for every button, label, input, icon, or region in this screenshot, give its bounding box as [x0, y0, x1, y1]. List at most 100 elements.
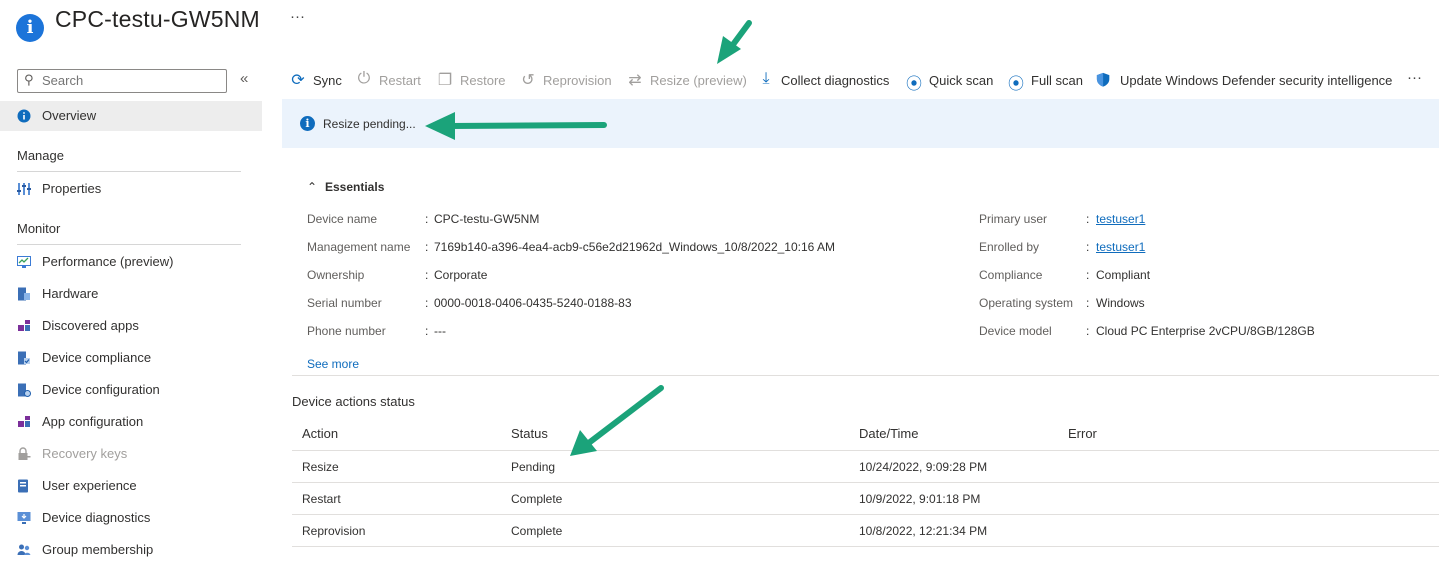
sidebar-item-label: Recovery keys [42, 446, 128, 461]
info-icon: i [16, 14, 44, 42]
sidebar-item-discovered-apps[interactable]: Discovered apps [0, 311, 262, 341]
reprovision-icon: ↺ [521, 72, 535, 89]
sidebar-item-hardware[interactable]: Hardware [0, 279, 262, 309]
cell-datetime: 10/9/2022, 9:01:18 PM [859, 482, 1068, 515]
separator: : [425, 296, 429, 310]
field-key: Primary user [979, 212, 1048, 226]
search-box[interactable]: ⚲ [17, 69, 227, 93]
table-header-row: Action Status Date/Time Error [292, 417, 1439, 451]
separator: : [425, 212, 429, 226]
essentials-toggle[interactable]: Essentials [325, 180, 384, 194]
section-divider [292, 375, 1439, 376]
field-key: Serial number [307, 296, 382, 310]
separator: : [1086, 268, 1090, 282]
field-value: Windows [1096, 296, 1145, 310]
sidebar-item-device-diagnostics[interactable]: Device diagnostics [0, 503, 262, 533]
table-row[interactable]: Restart Complete 10/9/2022, 9:01:18 PM [292, 482, 1439, 515]
scan-icon: ⦿ [905, 76, 922, 93]
field-key: Compliance [979, 268, 1043, 282]
toolbar-more-button[interactable]: ··· [1407, 69, 1422, 86]
sidebar-item-label: Device configuration [42, 382, 160, 397]
power-icon: ⏻ [357, 70, 371, 87]
performance-icon [17, 256, 31, 268]
more-options-button[interactable]: ··· [290, 8, 305, 25]
field-key: Management name [307, 240, 411, 254]
separator: : [1086, 240, 1090, 254]
field-key: Enrolled by [979, 240, 1040, 254]
sidebar-item-device-configuration[interactable]: Device configuration [0, 375, 262, 405]
chevron-up-icon[interactable]: ⌃ [307, 180, 317, 194]
download-icon: ⤓ [762, 70, 770, 87]
section-divider [17, 244, 241, 245]
sidebar-item-label: Hardware [42, 286, 99, 301]
app-config-icon [18, 416, 30, 427]
annotation-arrowhead [717, 36, 741, 64]
field-key: Phone number [307, 324, 386, 338]
section-heading-monitor: Monitor [17, 221, 61, 236]
column-header-status[interactable]: Status [511, 417, 859, 451]
info-icon [17, 109, 31, 123]
section-heading-manage: Manage [17, 148, 64, 163]
collect-diagnostics-label: Collect diagnostics [781, 73, 890, 88]
sidebar-item-label: User experience [42, 478, 137, 493]
separator: : [1086, 296, 1090, 310]
sidebar-item-recovery-keys: Recovery keys [0, 439, 262, 469]
sidebar-item-properties[interactable]: Properties [0, 174, 262, 204]
field-value: 0000-0018-0406-0435-5240-0188-83 [434, 296, 632, 310]
resize-label: Resize (preview) [650, 73, 747, 88]
sidebar-item-label: Properties [42, 181, 102, 196]
resize-icon: ⇄ [628, 72, 642, 89]
annotation-arrow-resize [726, 20, 752, 53]
field-key: Device model [979, 324, 1052, 338]
banner-message: Resize pending... [323, 117, 416, 131]
table-row[interactable]: Resize Pending 10/24/2022, 9:09:28 PM [292, 450, 1439, 483]
cell-action: Reprovision [292, 514, 511, 547]
page-title: CPC-testu-GW5NM [55, 6, 260, 32]
sidebar-item-label: Device diagnostics [42, 510, 151, 525]
sidebar-item-overview[interactable]: Overview [0, 101, 262, 131]
cell-datetime: 10/24/2022, 9:09:28 PM [859, 450, 1068, 483]
sidebar-item-label: Performance (preview) [42, 254, 174, 269]
search-icon: ⚲ [24, 72, 34, 87]
field-key: Operating system [979, 296, 1074, 310]
cell-error [1068, 482, 1439, 515]
sidebar-item-user-experience[interactable]: User experience [0, 471, 262, 501]
column-header-action[interactable]: Action [292, 417, 511, 451]
column-header-datetime[interactable]: Date/Time [859, 417, 1068, 451]
search-input[interactable] [42, 73, 217, 88]
sidebar-item-app-configuration[interactable]: App configuration [0, 407, 262, 437]
cell-status: Pending [511, 450, 859, 483]
device-actions-status-heading: Device actions status [292, 394, 415, 409]
sidebar-item-label: Discovered apps [42, 318, 139, 333]
info-icon: i [300, 116, 315, 131]
user-experience-icon [18, 479, 28, 493]
restart-label: Restart [379, 73, 421, 88]
lock-icon [18, 447, 31, 460]
primary-user-link[interactable]: testuser1 [1096, 212, 1145, 226]
restore-icon: ❐ [437, 72, 453, 89]
see-more-link[interactable]: See more [307, 357, 359, 371]
sidebar-item-device-compliance[interactable]: Device compliance [0, 343, 262, 373]
separator: : [1086, 212, 1090, 226]
column-header-error[interactable]: Error [1068, 417, 1439, 451]
configuration-icon [18, 383, 31, 397]
field-key: Device name [307, 212, 378, 226]
table-row[interactable]: Reprovision Complete 10/8/2022, 12:21:34… [292, 514, 1439, 547]
sidebar-item-performance[interactable]: Performance (preview) [0, 247, 262, 277]
sidebar-item-label: Overview [42, 108, 97, 123]
sidebar-item-label: Device compliance [42, 350, 152, 365]
sidebar-item-label: App configuration [42, 414, 144, 429]
collapse-sidebar-button[interactable]: « [240, 70, 248, 87]
sync-label: Sync [313, 73, 342, 88]
sidebar-item-group-membership[interactable]: Group membership [0, 535, 262, 565]
properties-icon [17, 183, 31, 195]
cell-action: Restart [292, 482, 511, 515]
scan-icon: ⦿ [1007, 76, 1024, 93]
sync-icon: ⟳ [291, 72, 305, 89]
restore-label: Restore [460, 73, 506, 88]
reprovision-label: Reprovision [543, 73, 612, 88]
compliance-icon [18, 351, 30, 365]
field-value: Compliant [1096, 268, 1151, 282]
field-value: Cloud PC Enterprise 2vCPU/8GB/128GB [1096, 324, 1315, 338]
enrolled-by-link[interactable]: testuser1 [1096, 240, 1145, 254]
